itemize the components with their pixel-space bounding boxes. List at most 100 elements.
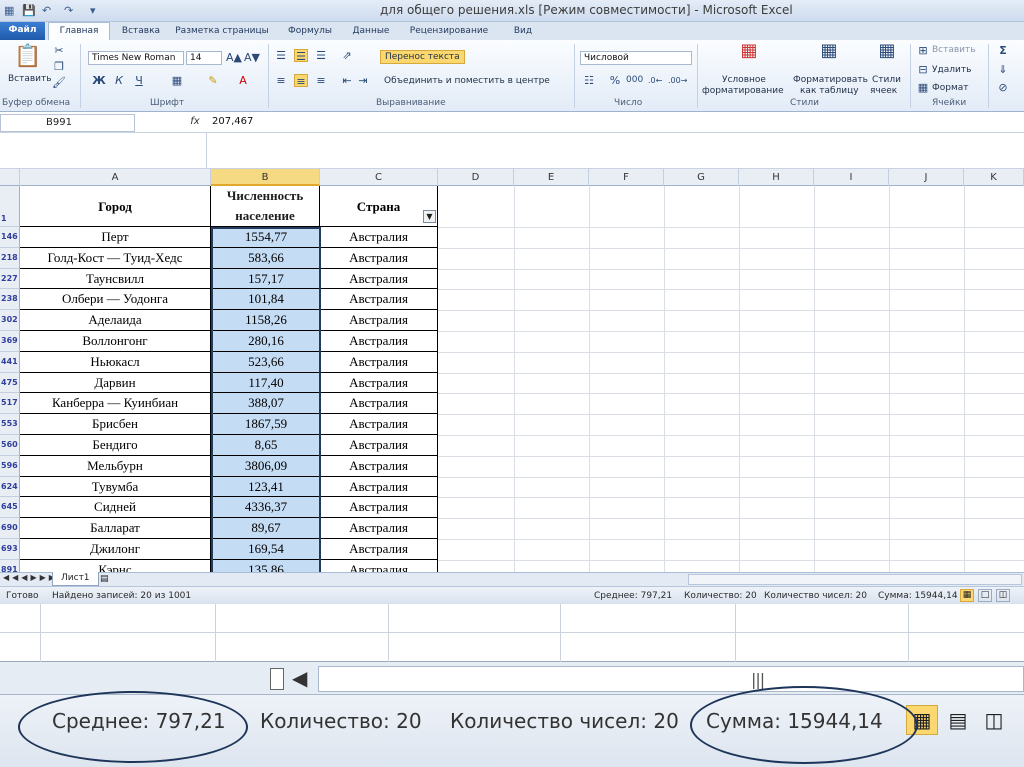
cell-population[interactable]: 1554,77 <box>211 227 320 248</box>
row-header[interactable]: 690 <box>0 518 20 539</box>
align-center-icon[interactable]: ≡ <box>294 74 308 88</box>
comma-style-icon[interactable]: 000 <box>626 74 643 87</box>
cell-city[interactable]: Балларат <box>20 518 211 539</box>
cell-country[interactable]: Австралия <box>320 455 438 477</box>
cell-city[interactable]: Кэрнс <box>20 559 211 572</box>
scroll-left-icon[interactable]: ◀ <box>292 666 307 690</box>
cell-city[interactable]: Аделаида <box>20 310 211 331</box>
wrap-text-button[interactable]: Перенос текста <box>380 50 465 64</box>
cell-population[interactable]: 523,66 <box>211 351 320 373</box>
tab-formulas[interactable]: Формулы <box>282 23 338 40</box>
font-size-select[interactable]: 14 <box>186 51 222 65</box>
redo-icon[interactable]: ↷ <box>64 3 73 19</box>
row-header[interactable]: 218 <box>0 247 20 269</box>
worksheet-grid[interactable]: 1 Город Численность население Страна ▼ 1… <box>0 186 1024 572</box>
filter-dropdown-icon[interactable]: ▼ <box>423 210 436 223</box>
row-header[interactable]: 238 <box>0 289 20 311</box>
cell-country[interactable]: Австралия <box>320 268 438 290</box>
column-header-b[interactable]: B <box>211 169 320 186</box>
cell-population[interactable]: 117,40 <box>211 372 320 394</box>
undo-icon[interactable]: ↶ <box>42 3 51 19</box>
excel-app-icon[interactable]: ▦ <box>4 3 14 19</box>
cell-country[interactable]: Австралия <box>320 414 438 435</box>
customize-quick-access-icon[interactable]: ▾ <box>90 3 96 19</box>
cell-country[interactable]: Австралия <box>320 310 438 331</box>
horizontal-scrollbar[interactable] <box>688 574 1022 585</box>
percent-icon[interactable]: % <box>608 74 622 87</box>
cell-country[interactable]: Австралия <box>320 476 438 498</box>
cell-population[interactable]: 8,65 <box>211 435 320 456</box>
italic-icon[interactable]: К <box>112 74 126 87</box>
row-header[interactable]: 475 <box>0 372 20 394</box>
cell-city[interactable]: Олбери — Уодонга <box>20 289 211 311</box>
merge-center-button[interactable]: Объединить и поместить в центре <box>384 75 550 87</box>
column-header-d[interactable]: D <box>438 169 514 186</box>
save-icon[interactable]: 💾 <box>22 3 36 19</box>
row-header[interactable]: 1 <box>0 186 20 227</box>
cell-population[interactable]: 169,54 <box>211 539 320 560</box>
cell-country[interactable]: Австралия <box>320 227 438 248</box>
cell-city[interactable]: Бендиго <box>20 435 211 456</box>
cell-city[interactable]: Мельбурн <box>20 455 211 477</box>
cell-styles-icon[interactable]: ▦ <box>876 42 898 66</box>
format-cells-icon[interactable]: ▦ <box>916 81 930 94</box>
font-color-icon[interactable]: A <box>236 74 250 87</box>
currency-icon[interactable]: ☷ <box>582 74 596 87</box>
row-header[interactable]: 645 <box>0 497 20 519</box>
column-header-j[interactable]: J <box>889 169 964 186</box>
cell-population[interactable]: 135,86 <box>211 559 320 572</box>
cell-country[interactable]: Австралия <box>320 539 438 560</box>
cut-icon[interactable]: ✂ <box>52 44 66 57</box>
cell-population[interactable]: 1158,26 <box>211 310 320 331</box>
cell-population[interactable]: 101,84 <box>211 289 320 311</box>
cell-population[interactable]: 123,41 <box>211 476 320 498</box>
delete-cells-icon[interactable]: ⊟ <box>916 63 930 76</box>
cell-city[interactable]: Перт <box>20 227 211 248</box>
format-painter-icon[interactable]: 🖌 <box>52 76 66 89</box>
cell-country[interactable]: Австралия <box>320 435 438 456</box>
page-layout-view-icon[interactable]: □ <box>978 589 992 602</box>
row-header[interactable]: 624 <box>0 476 20 498</box>
formula-input[interactable]: 207,467 <box>212 114 512 132</box>
align-middle-icon[interactable]: ☰ <box>294 49 308 63</box>
cell-population[interactable]: 1867,59 <box>211 414 320 435</box>
sheet-nav-arrows-icon[interactable]: ◀◀◀▶▶▶ <box>3 573 58 582</box>
column-header-h[interactable]: H <box>739 169 814 186</box>
align-bottom-icon[interactable]: ☰ <box>314 49 328 62</box>
column-header-k[interactable]: K <box>964 169 1024 186</box>
increase-decimal-icon[interactable]: .0← <box>648 74 662 87</box>
column-header-a[interactable]: A <box>20 169 211 186</box>
fill-color-icon[interactable]: ✎ <box>206 74 220 87</box>
cell-city[interactable]: Джилонг <box>20 539 211 560</box>
header-cell-population[interactable]: Численность население <box>211 186 320 227</box>
cell-country[interactable]: Австралия <box>320 393 438 415</box>
zoomed-horizontal-scrollbar[interactable]: ||| <box>318 666 1024 692</box>
cell-population[interactable]: 280,16 <box>211 331 320 352</box>
tab-insert[interactable]: Вставка <box>118 23 164 40</box>
decrease-decimal-icon[interactable]: .00→ <box>668 74 687 87</box>
cell-city[interactable]: Таунсвилл <box>20 268 211 290</box>
font-name-select[interactable]: Times New Roman <box>88 51 184 65</box>
borders-icon[interactable]: ▦ <box>170 74 184 87</box>
format-as-table-icon[interactable]: ▦ <box>818 42 840 66</box>
page-break-view-icon[interactable]: ◫ <box>996 589 1010 602</box>
insert-cells-icon[interactable]: ⊞ <box>916 44 930 57</box>
row-header[interactable]: 693 <box>0 539 20 560</box>
cell-city[interactable]: Канберра — Куинбиан <box>20 393 211 415</box>
zoomed-page-layout-view-icon[interactable]: ▤ <box>944 707 972 733</box>
tab-page-layout[interactable]: Разметка страницы <box>172 23 272 40</box>
zoomed-page-break-view-icon[interactable]: ◫ <box>980 707 1008 733</box>
row-header[interactable]: 596 <box>0 455 20 477</box>
delete-cells-button[interactable]: Удалить <box>932 64 971 76</box>
conditional-formatting-icon[interactable]: ▦ <box>738 42 760 66</box>
row-header[interactable]: 302 <box>0 310 20 331</box>
tab-home[interactable]: Главная <box>48 22 110 41</box>
align-left-icon[interactable]: ≡ <box>274 74 288 87</box>
cell-population[interactable]: 157,17 <box>211 268 320 290</box>
cell-country[interactable]: Австралия <box>320 351 438 373</box>
insert-function-icon[interactable]: fx <box>186 114 204 132</box>
format-cells-button[interactable]: Формат <box>932 82 969 94</box>
formula-input-expanded[interactable] <box>206 133 1024 169</box>
orientation-icon[interactable]: ⇗ <box>340 49 354 62</box>
cell-country[interactable]: Австралия <box>320 559 438 572</box>
